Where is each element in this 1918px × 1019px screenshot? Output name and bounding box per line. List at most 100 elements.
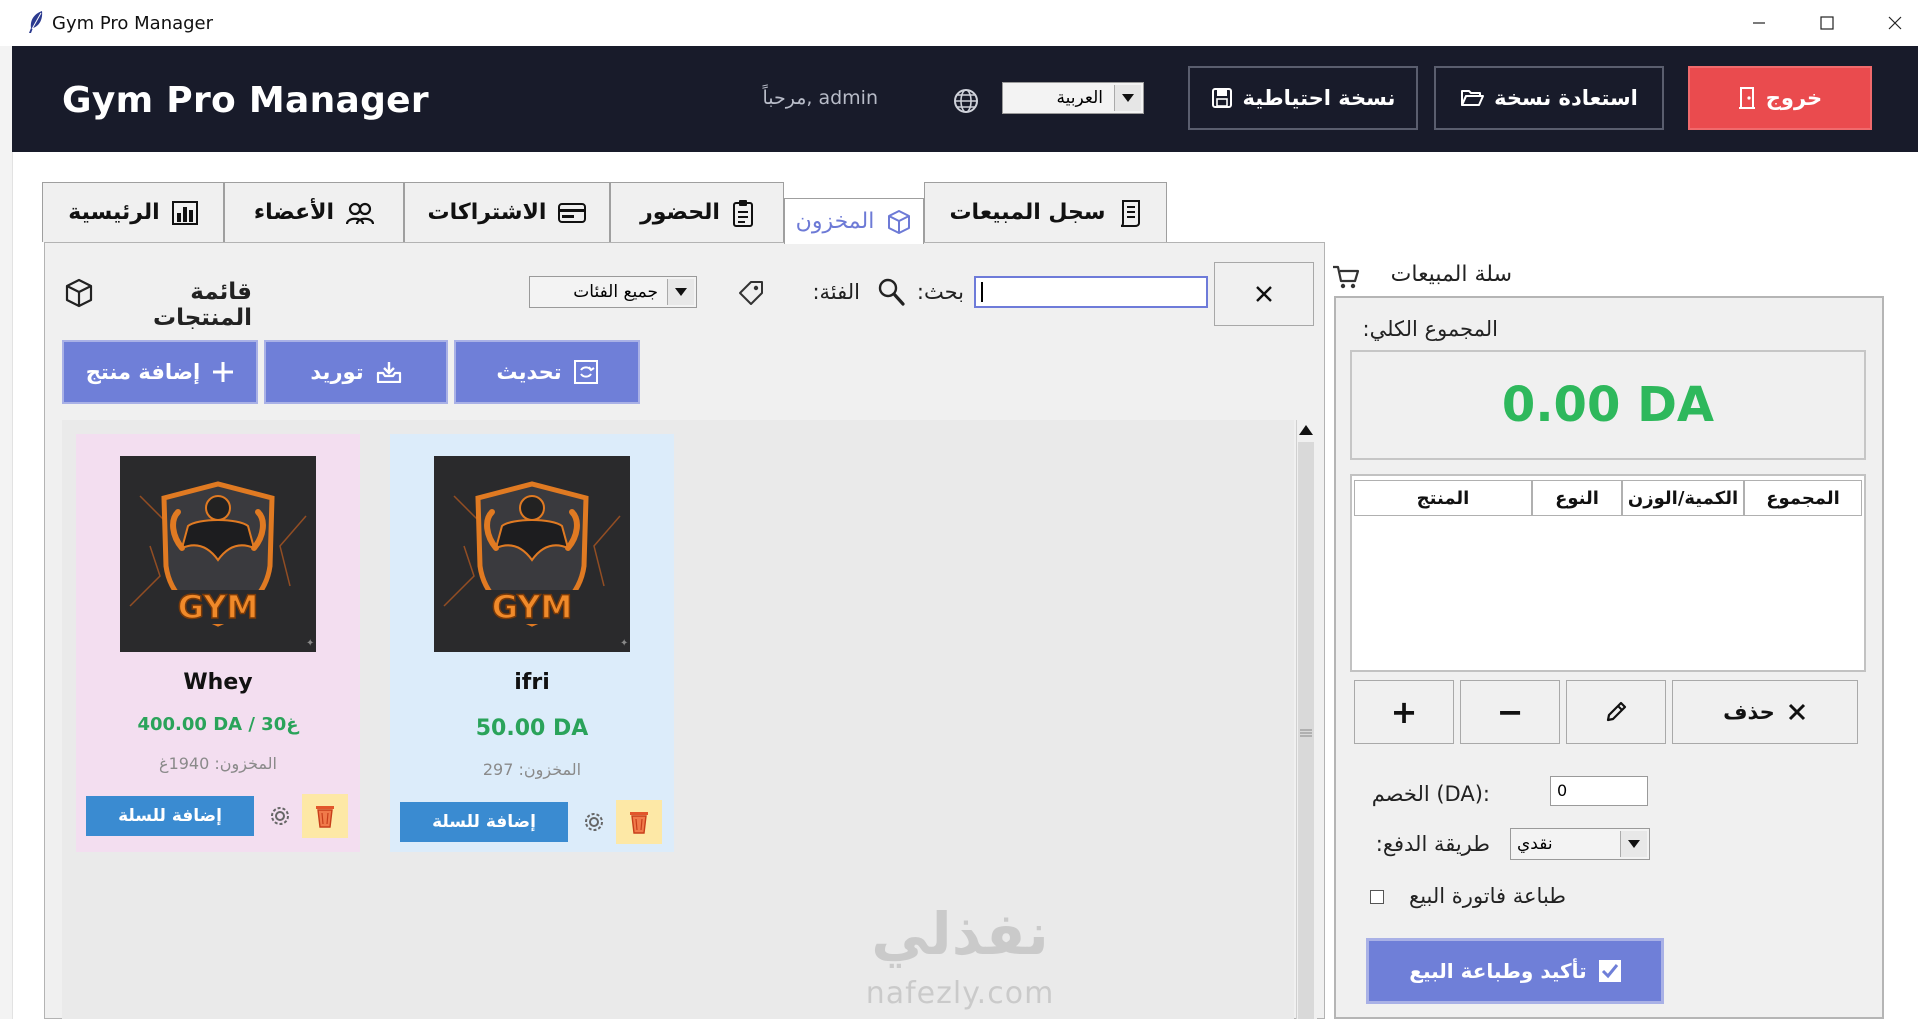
tab-subscriptions[interactable]: الاشتراكات (404, 182, 610, 242)
close-window-button[interactable] (1866, 0, 1918, 46)
total-label: :المجموع الكلي (1362, 317, 1499, 341)
window-title: Gym Pro Manager (52, 13, 214, 34)
users-icon (346, 201, 375, 225)
backup-label: نسخة احتياطية (1242, 86, 1396, 110)
payment-method-select[interactable]: نقدي (1510, 828, 1650, 860)
delete-label: حذف (1723, 700, 1775, 724)
product-stock: المخزون: 1940غ (159, 754, 277, 773)
column-header-product[interactable]: المنتج (1354, 480, 1532, 516)
add-to-cart-button[interactable]: إضافة للسلة (86, 796, 254, 836)
card-icon (558, 202, 587, 223)
clipboard-icon (732, 199, 754, 227)
restore-button[interactable]: استعادة نسخة (1434, 66, 1664, 130)
print-invoice-label[interactable]: طباعة فاتورة البيع (1392, 884, 1566, 908)
chevron-down-icon (1620, 831, 1647, 857)
tab-members[interactable]: الأعضاء (224, 182, 404, 242)
folder-open-icon (1460, 88, 1485, 108)
edit-item-button[interactable] (1566, 680, 1666, 744)
product-image: GYM ✦ (434, 456, 630, 652)
product-image: GYM ✦ (120, 456, 316, 652)
tab-inventory-label: المخزون (795, 209, 875, 234)
product-card: GYM ✦ ifri 50.00 DA المخزون: 297 إضافة ل… (390, 434, 674, 852)
bar-chart-icon (171, 200, 198, 225)
svg-text:✦: ✦ (306, 638, 314, 649)
discount-input[interactable]: 0 (1550, 776, 1648, 806)
product-stock: المخزون: 297 (482, 760, 582, 779)
payment-method-value: نقدي (1517, 834, 1553, 854)
gym-logo-text: GYM (492, 588, 573, 626)
product-card: GYM ✦ Whey 400.00 DA / 30غ المخزون: 1940… (76, 434, 360, 852)
logout-button[interactable]: خروج (1688, 66, 1872, 130)
watermark-arabic: نفذلي (871, 900, 1049, 968)
feather-icon (26, 10, 46, 34)
app-title: Gym Pro Manager (62, 80, 429, 121)
gear-icon[interactable] (574, 802, 614, 842)
text-caret (981, 282, 983, 302)
watermark: نفذلي nafezly.com (830, 900, 1090, 1011)
language-select-value: العربية (1056, 88, 1103, 108)
column-header-total[interactable]: المجموع (1744, 480, 1862, 516)
payment-method-label: :طريقة الدفع (1375, 832, 1490, 856)
minus-label: − (1496, 693, 1524, 731)
logout-label: خروج (1765, 86, 1823, 110)
watermark-url: nafezly.com (865, 976, 1055, 1011)
column-header-quantity[interactable]: الكمية/الوزن (1622, 480, 1744, 516)
language-select[interactable]: العربية (1002, 82, 1144, 114)
total-value: 0.00 DA (1350, 350, 1866, 460)
scroll-up-arrow-icon[interactable] (1296, 420, 1316, 440)
box-icon (64, 278, 96, 310)
plus-icon (212, 361, 234, 383)
tab-sales-log[interactable]: سجل المبيعات (924, 182, 1167, 242)
chevron-down-icon (667, 279, 694, 305)
maximize-button[interactable] (1798, 0, 1856, 46)
tab-subscriptions-label: الاشتراكات (427, 200, 547, 225)
delete-item-button[interactable]: حذف (1672, 680, 1858, 744)
close-icon (1787, 702, 1807, 722)
product-price: 400.00 DA / 30غ (137, 714, 299, 735)
backup-button[interactable]: نسخة احتياطية (1188, 66, 1418, 130)
product-name: ifri (514, 670, 550, 695)
tab-attendance-label: الحضور (640, 200, 720, 225)
inbox-tray-icon (376, 361, 402, 383)
supply-label: توريد (310, 360, 364, 384)
clear-search-button[interactable] (1214, 262, 1314, 326)
scrollbar-grip-icon (1300, 727, 1312, 739)
category-select[interactable]: جميع الفئات (529, 276, 697, 308)
tab-sales-log-label: سجل المبيعات (949, 200, 1106, 225)
category-label: :الفئة (812, 280, 860, 304)
add-product-button[interactable]: إضافة منتج (62, 340, 258, 404)
column-header-type[interactable]: النوع (1532, 480, 1622, 516)
trash-icon[interactable] (616, 800, 662, 844)
globe-icon (952, 87, 980, 115)
tab-members-label: الأعضاء (253, 200, 335, 225)
supply-button[interactable]: توريد (264, 340, 448, 404)
welcome-text: مرحباً, admin (762, 87, 878, 109)
refresh-label: تحديث (496, 360, 562, 384)
gear-icon[interactable] (260, 796, 300, 836)
minimize-button[interactable] (1730, 0, 1788, 46)
tab-home[interactable]: الرئيسية (42, 182, 224, 242)
print-invoice-checkbox[interactable] (1370, 890, 1384, 904)
cart-title: سلة المبيعات (1390, 262, 1512, 287)
product-price: 50.00 DA (475, 716, 589, 741)
save-icon (1211, 87, 1233, 109)
refresh-icon (573, 360, 598, 384)
add-to-cart-button[interactable]: إضافة للسلة (400, 802, 568, 842)
increase-quantity-button[interactable]: + (1354, 680, 1454, 744)
confirm-label: تأكيد وطباعة البيع (1409, 959, 1587, 983)
confirm-and-print-button[interactable]: تأكيد وطباعة البيع (1366, 938, 1664, 1004)
pencil-icon (1604, 700, 1628, 724)
discount-label: الخصم (DA): (1371, 782, 1490, 806)
product-name: Whey (183, 670, 253, 695)
search-input[interactable] (974, 276, 1208, 308)
tab-home-label: الرئيسية (68, 200, 160, 225)
trash-icon[interactable] (302, 794, 348, 838)
decrease-quantity-button[interactable]: − (1460, 680, 1560, 744)
tab-attendance[interactable]: الحضور (610, 182, 784, 242)
check-icon (1598, 960, 1621, 982)
tab-inventory[interactable]: المخزون (784, 198, 924, 244)
tag-icon (736, 278, 766, 308)
scroll-icon (1118, 199, 1142, 227)
door-icon (1738, 86, 1756, 110)
refresh-button[interactable]: تحديث (454, 340, 640, 404)
